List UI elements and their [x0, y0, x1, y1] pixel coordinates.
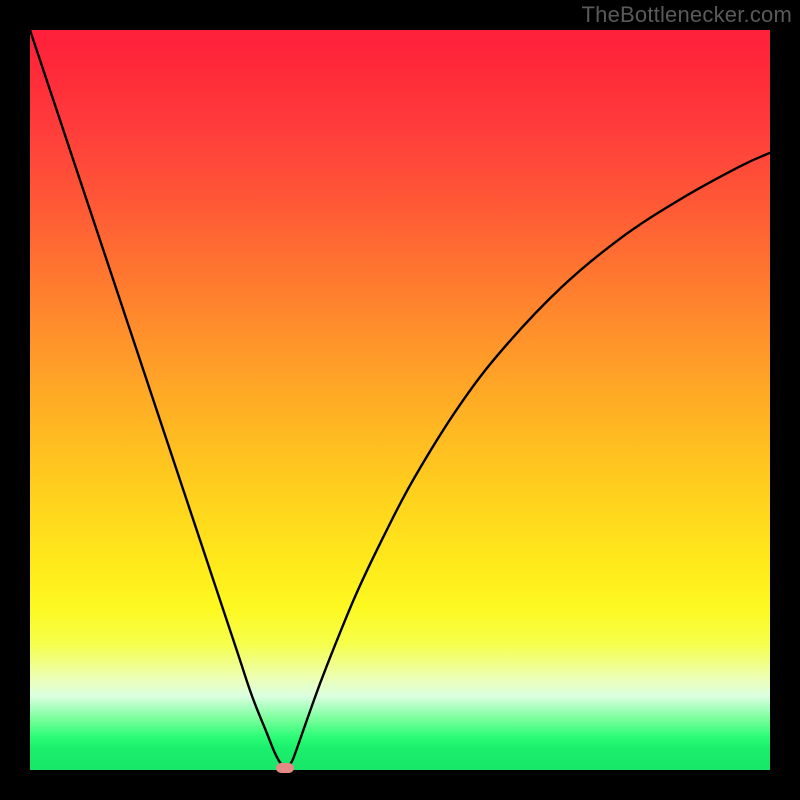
bottleneck-curve-svg: [30, 30, 770, 770]
minimum-marker: [276, 763, 294, 773]
watermark-text: TheBottlenecker.com: [582, 2, 792, 28]
plot-area: [30, 30, 770, 770]
bottleneck-curve-path: [30, 30, 770, 768]
chart-frame: TheBottlenecker.com: [0, 0, 800, 800]
